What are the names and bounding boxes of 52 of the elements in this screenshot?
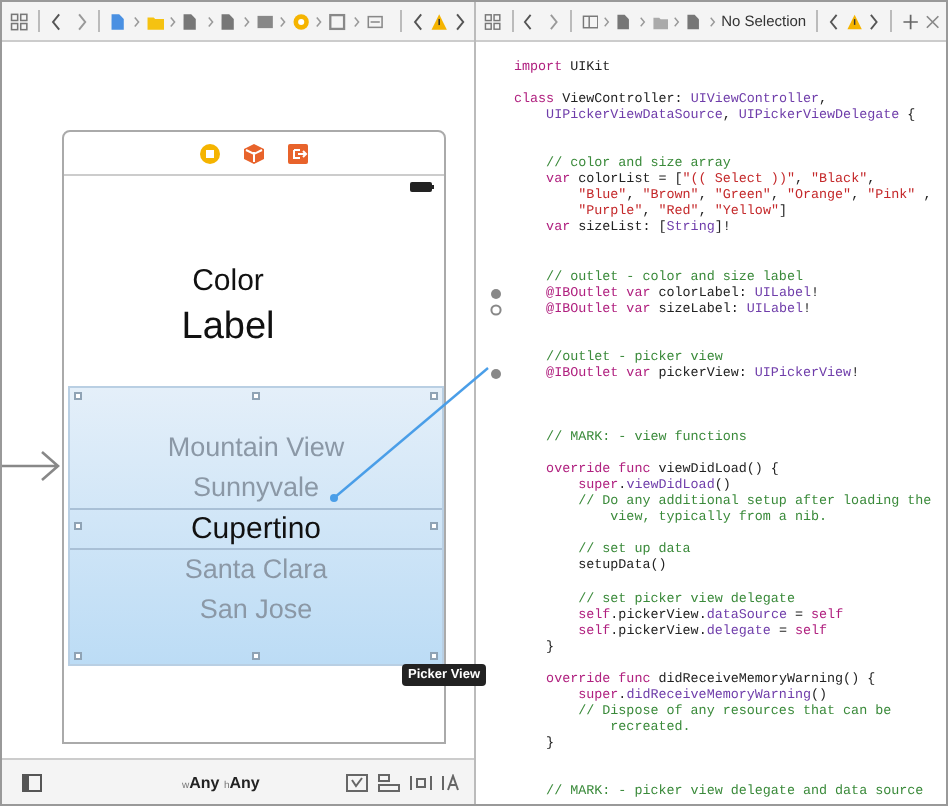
connected-outlet-icon[interactable] (489, 287, 501, 300)
chevron-icon (207, 13, 214, 29)
file-icon[interactable] (686, 9, 704, 33)
grid-icon[interactable] (484, 9, 502, 33)
outlet-icon[interactable] (489, 303, 501, 316)
grid-icon[interactable] (10, 9, 29, 33)
sidebar-icon[interactable] (22, 773, 42, 791)
back-icon[interactable] (411, 9, 424, 33)
chevron-icon (639, 13, 646, 29)
picker-view[interactable]: Mountain View Sunnyvale Cupertino Santa Clara San Jose (68, 386, 444, 666)
chevron-icon (674, 13, 681, 29)
exit-icon[interactable] (288, 143, 308, 163)
back-icon[interactable] (522, 9, 535, 33)
entry-arrow-icon (2, 450, 62, 482)
resize-handle[interactable] (430, 522, 439, 530)
chevron-icon (604, 13, 611, 29)
battery-icon (410, 182, 434, 192)
chevron-icon (243, 13, 250, 29)
file-icon[interactable] (616, 9, 634, 33)
view-icon[interactable] (328, 9, 348, 33)
view-controller-icon[interactable] (200, 143, 220, 163)
file-icon[interactable] (109, 9, 129, 33)
chevron-icon (170, 13, 177, 29)
resize-handle[interactable] (73, 522, 82, 530)
resize-handle[interactable] (73, 651, 82, 660)
resize-handle[interactable] (252, 392, 260, 401)
back-icon[interactable] (49, 9, 63, 33)
resize-handle[interactable] (73, 392, 82, 401)
chevron-icon (280, 13, 287, 29)
forward-icon[interactable] (453, 9, 467, 33)
label-text: Label (181, 308, 275, 346)
picker-row[interactable]: Cupertino (70, 508, 442, 550)
resize-handle[interactable] (430, 651, 439, 660)
chevron-icon (353, 13, 360, 29)
warning-icon[interactable] (429, 9, 448, 33)
add-icon[interactable] (901, 9, 919, 33)
file-icon[interactable] (182, 9, 202, 33)
connected-outlet-icon[interactable] (489, 367, 501, 380)
chevron-icon (134, 13, 141, 29)
align-icon[interactable] (378, 773, 400, 791)
pin-icon[interactable] (410, 773, 432, 791)
resize-handle[interactable] (430, 392, 439, 401)
file-icon[interactable] (219, 9, 238, 33)
forward-icon[interactable] (868, 9, 881, 33)
label-text: Color (192, 266, 264, 296)
warning-icon[interactable] (845, 9, 863, 33)
scene-icon[interactable] (292, 9, 311, 33)
back-icon[interactable] (827, 9, 840, 33)
chevron-icon (709, 13, 716, 29)
chevron-icon (316, 13, 323, 29)
cube-icon[interactable] (244, 143, 264, 163)
resize-handle[interactable] (252, 651, 260, 660)
